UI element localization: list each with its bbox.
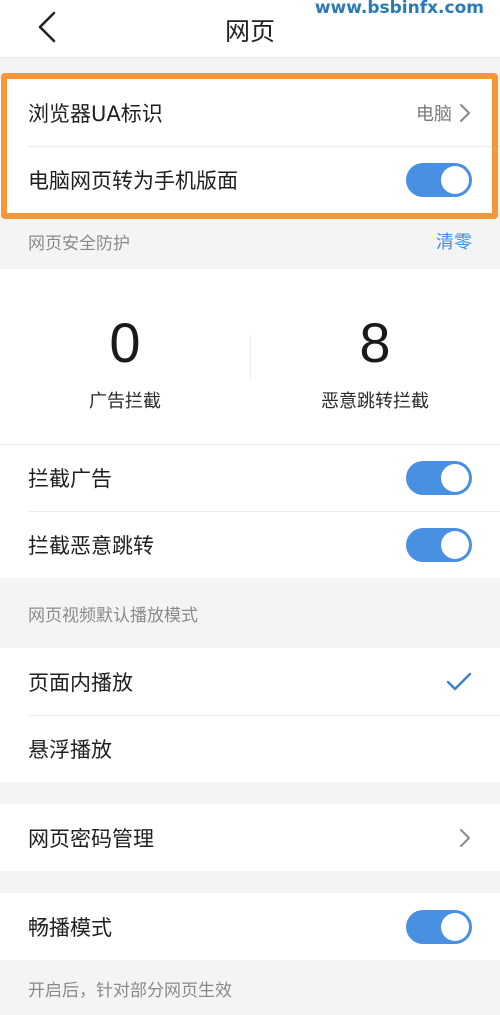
- redirects-blocked-count: 8: [359, 311, 391, 374]
- block-redirects-row: 拦截恶意跳转: [0, 511, 500, 578]
- ads-blocked-stat: 0 广告拦截: [0, 269, 250, 444]
- chevron-right-icon: [460, 828, 470, 847]
- desktop-to-mobile-label: 电脑网页转为手机版面: [28, 168, 238, 193]
- smooth-play-description-row: 开启后，针对部分网页生效: [0, 960, 500, 1015]
- ua-setting-label: 浏览器UA标识: [28, 101, 163, 126]
- ads-blocked-label: 广告拦截: [89, 391, 161, 412]
- ua-settings-card: 浏览器UA标识 电脑 电脑网页转为手机版面: [0, 79, 500, 213]
- watermark: www.bsbinfx.com: [314, 0, 484, 18]
- toggle-knob: [441, 464, 469, 492]
- video-mode-card: 页面内播放 悬浮播放: [0, 648, 500, 782]
- redirects-blocked-label: 恶意跳转拦截: [321, 391, 429, 412]
- video-section-title: 网页视频默认播放模式: [28, 605, 198, 626]
- password-manager-row[interactable]: 网页密码管理: [0, 804, 500, 871]
- toggle-knob: [441, 912, 469, 941]
- app-header: 网页 www.bsbinfx.com: [0, 0, 500, 58]
- clear-button[interactable]: 清零: [436, 228, 472, 254]
- security-card: 0 广告拦截 8 恶意跳转拦截 拦截广告 拦截恶意跳转: [0, 269, 500, 578]
- desktop-to-mobile-toggle[interactable]: [406, 162, 472, 197]
- video-mode-floating-label: 悬浮播放: [28, 737, 112, 762]
- redirects-blocked-stat: 8 恶意跳转拦截: [250, 269, 500, 444]
- toggle-knob: [441, 530, 469, 559]
- chevron-right-icon: [460, 103, 470, 122]
- video-mode-inline[interactable]: 页面内播放: [0, 648, 500, 715]
- block-ads-label: 拦截广告: [28, 467, 112, 491]
- desktop-to-mobile-row: 电脑网页转为手机版面: [0, 146, 500, 213]
- smooth-play-label: 畅播模式: [28, 915, 112, 940]
- smooth-play-row: 畅播模式: [0, 893, 500, 960]
- security-section-header: 网页安全防护 清零: [0, 213, 500, 269]
- video-mode-inline-label: 页面内播放: [28, 670, 133, 695]
- ads-blocked-count: 0: [109, 311, 141, 374]
- video-section-header: 网页视频默认播放模式: [0, 578, 500, 648]
- video-mode-floating[interactable]: 悬浮播放: [0, 715, 500, 782]
- smooth-play-card: 畅播模式: [0, 893, 500, 960]
- block-redirects-toggle[interactable]: [406, 527, 472, 562]
- block-stats: 0 广告拦截 8 恶意跳转拦截: [0, 269, 500, 444]
- smooth-play-description: 开启后，针对部分网页生效: [28, 980, 232, 1001]
- security-section-title: 网页安全防护: [28, 233, 130, 254]
- ua-setting-value: 电脑: [416, 103, 452, 125]
- password-card: 网页密码管理: [0, 804, 500, 871]
- block-redirects-label: 拦截恶意跳转: [28, 533, 154, 558]
- stat-divider: [250, 335, 251, 379]
- checkmark-icon: [446, 672, 472, 690]
- block-ads-toggle[interactable]: [406, 461, 472, 495]
- block-ads-row: 拦截广告: [0, 444, 500, 511]
- ua-setting-row[interactable]: 浏览器UA标识 电脑: [0, 79, 500, 146]
- toggle-knob: [441, 165, 469, 194]
- password-manager-label: 网页密码管理: [28, 826, 154, 851]
- smooth-play-toggle[interactable]: [406, 909, 472, 944]
